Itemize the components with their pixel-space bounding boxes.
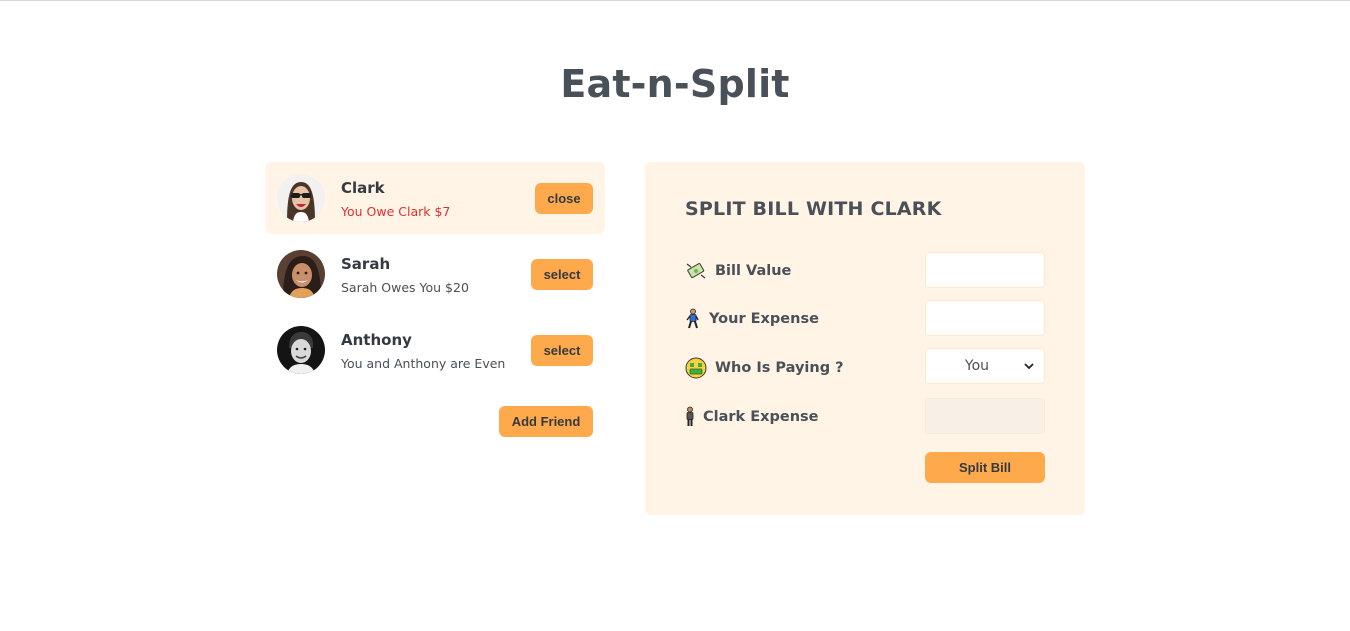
- friend-balance: You and Anthony are Even: [341, 356, 506, 371]
- select-button[interactable]: select: [531, 335, 593, 366]
- money-mouth-face-icon: [685, 357, 707, 379]
- split-form-title: SPLIT BILL WITH CLARK: [685, 198, 942, 220]
- who-is-paying-label: Who Is Paying ?: [685, 357, 844, 379]
- bill-value-input[interactable]: [925, 252, 1045, 288]
- select-button[interactable]: select: [531, 259, 593, 290]
- friend-item-sarah: Sarah Sarah Owes You $20 select: [265, 238, 605, 310]
- who-is-paying-value: You: [964, 358, 990, 374]
- who-is-paying-select[interactable]: You: [925, 348, 1045, 384]
- friend-balance: You Owe Clark $7: [341, 204, 451, 219]
- your-expense-label: Your Expense: [685, 308, 819, 330]
- friend-name: Clark: [341, 179, 385, 197]
- who-is-paying-label-text: Who Is Paying ?: [715, 360, 844, 376]
- chevron-down-icon: [1020, 363, 1038, 369]
- friend-balance: Sarah Owes You $20: [341, 280, 469, 295]
- bill-value-label: Bill Value: [685, 260, 791, 282]
- your-expense-input[interactable]: [925, 300, 1045, 336]
- split-bill-form: SPLIT BILL WITH CLARK Bill Value Your Ex…: [645, 162, 1085, 515]
- person-walking-icon: [685, 308, 701, 330]
- friend-item-clark: Clark You Owe Clark $7 close: [265, 162, 605, 234]
- friend-item-anthony: Anthony You and Anthony are Even select: [265, 314, 605, 386]
- split-bill-button[interactable]: Split Bill: [925, 452, 1045, 483]
- add-friend-button[interactable]: Add Friend: [499, 406, 593, 437]
- money-with-wings-icon: [685, 260, 707, 282]
- top-border: [0, 0, 1350, 1]
- person-standing-icon: [685, 406, 695, 428]
- your-expense-label-text: Your Expense: [709, 311, 819, 327]
- avatar: [277, 250, 325, 298]
- friend-name: Anthony: [341, 331, 412, 349]
- page-title: Eat-n-Split: [560, 62, 790, 106]
- bill-value-label-text: Bill Value: [715, 263, 792, 279]
- avatar: [277, 174, 325, 222]
- avatar: [277, 326, 325, 374]
- friend-expense-label: Clark Expense: [685, 406, 819, 428]
- friends-list: Clark You Owe Clark $7 close Sarah Sarah…: [265, 162, 605, 390]
- close-button[interactable]: close: [535, 183, 593, 214]
- friend-expense-label-text: Clark Expense: [703, 409, 819, 425]
- friend-name: Sarah: [341, 255, 391, 273]
- friend-expense-input: [925, 398, 1045, 434]
